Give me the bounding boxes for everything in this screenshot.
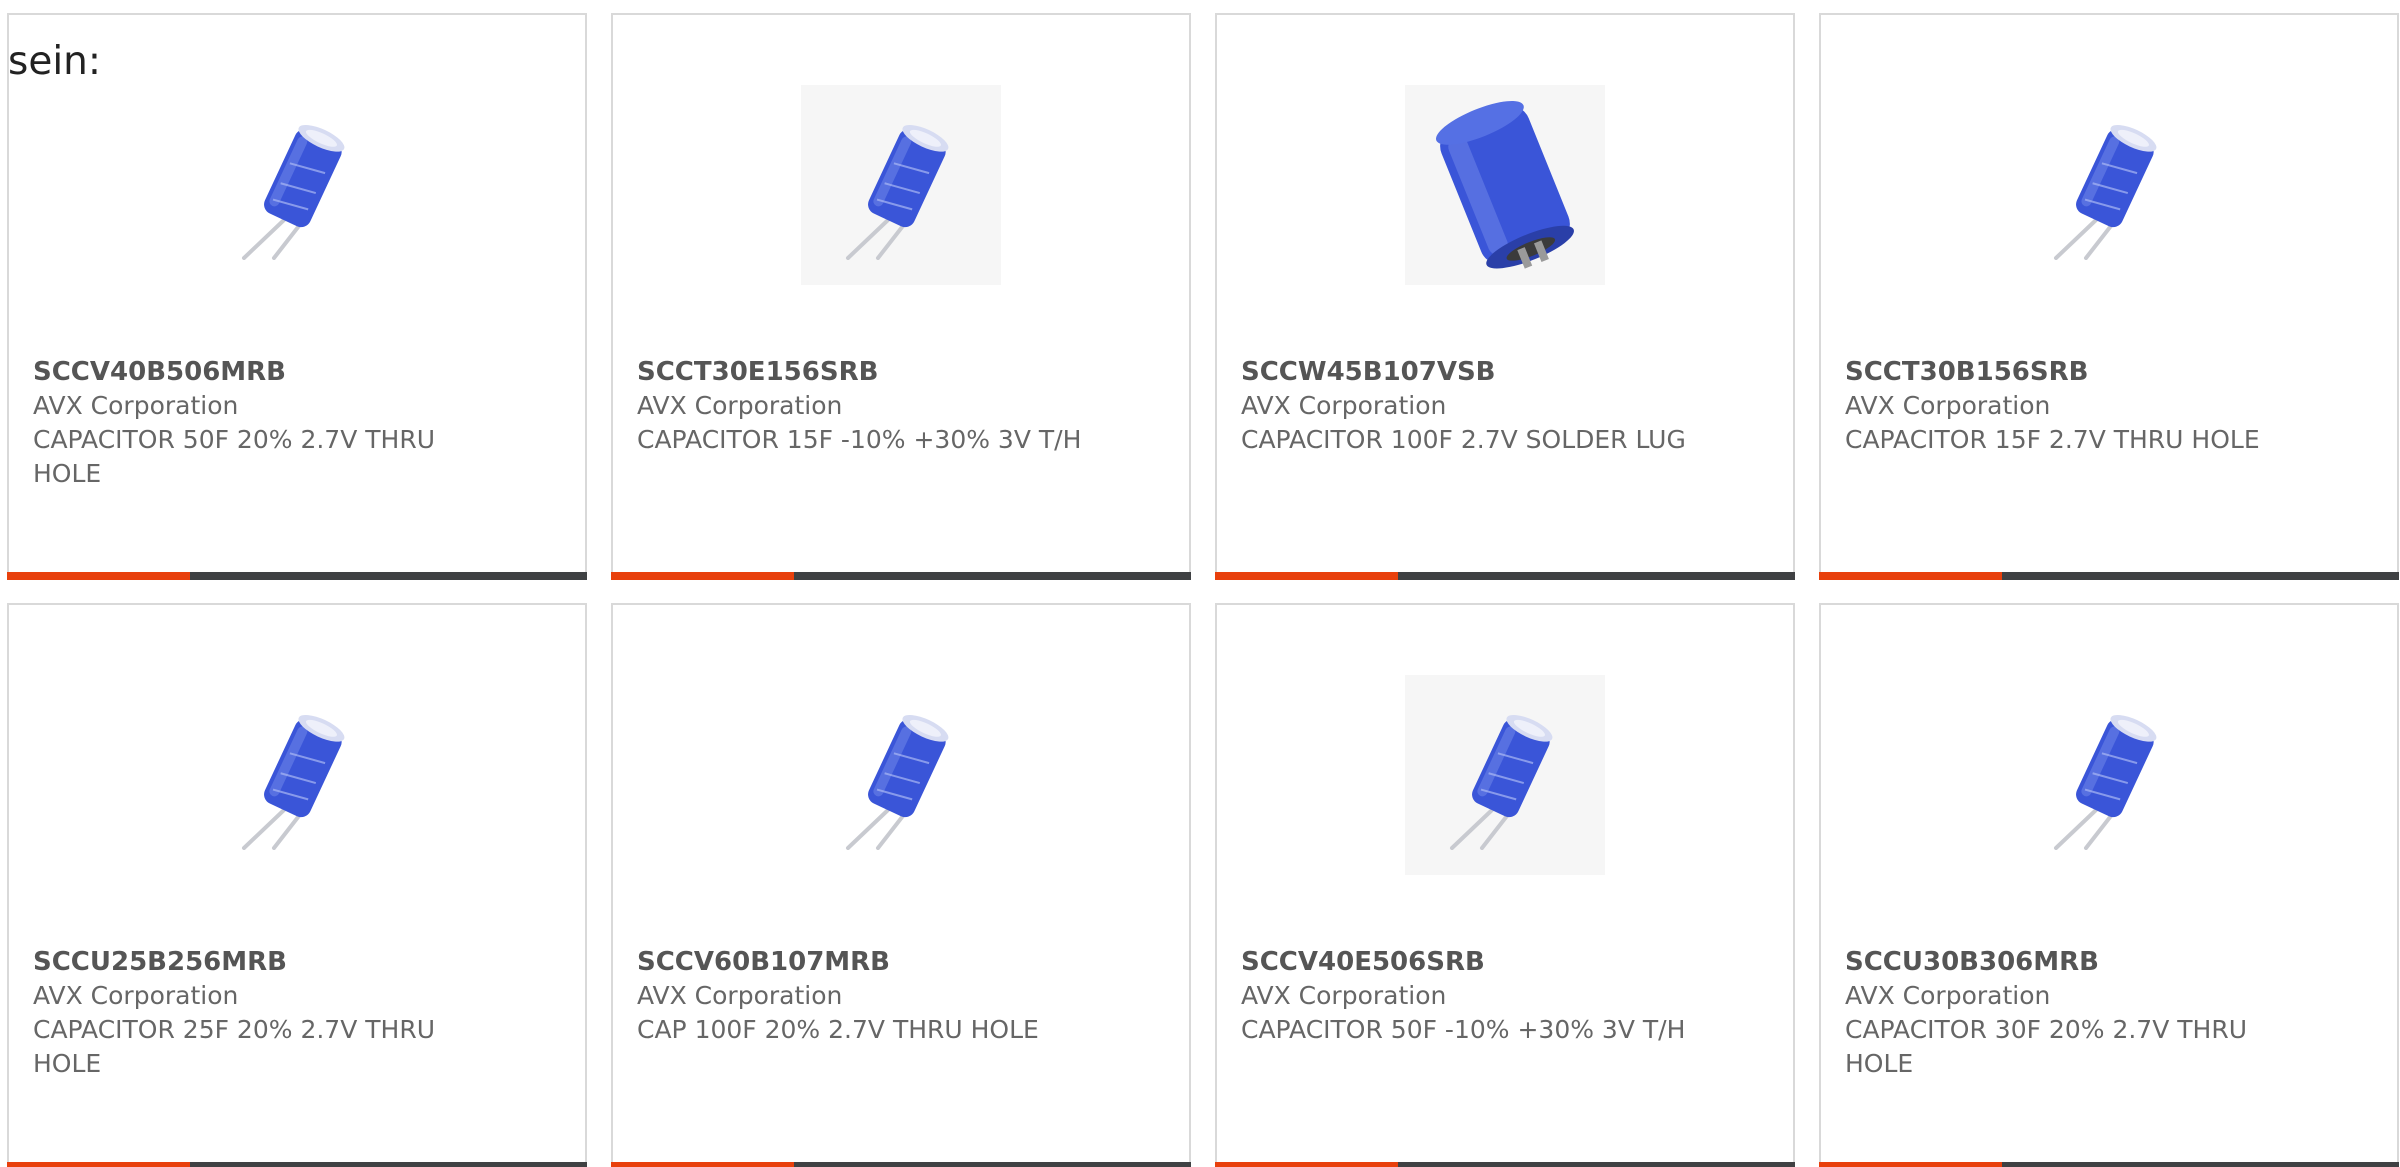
radial-capacitor-icon <box>846 124 949 260</box>
product-card[interactable]: SCCT30E156SRB AVX Corporation CAPACITOR … <box>611 13 1191 580</box>
manufacturer: AVX Corporation <box>637 391 843 420</box>
product-page: sein: SCCV40B506MRB AVX Corporation CAPA… <box>0 0 2400 1167</box>
description: CAPACITOR 15F 2.7V THRU HOLE <box>1845 425 2260 454</box>
card-bar-accent <box>7 572 190 580</box>
card-bar-accent <box>1819 1162 2002 1167</box>
product-card[interactable]: SCCU25B256MRB AVX Corporation CAPACITOR … <box>7 603 587 1167</box>
product-card[interactable]: SCCW45B107VSB AVX Corporation CAPACITOR … <box>1215 13 1795 580</box>
product-card[interactable]: SCCV40E506SRB AVX Corporation CAPACITOR … <box>1215 603 1795 1167</box>
product-image[interactable] <box>197 85 397 285</box>
product-image[interactable] <box>801 675 1001 875</box>
radial-capacitor-icon <box>1450 714 1553 850</box>
card-bar-accent <box>611 1162 794 1167</box>
description: CAPACITOR 50F 20% 2.7V THRU HOLE <box>33 425 435 488</box>
part-number[interactable]: SCCV40B506MRB <box>33 355 503 389</box>
card-bar <box>1215 1162 1795 1167</box>
description: CAPACITOR 50F -10% +30% 3V T/H <box>1241 1015 1686 1044</box>
product-card[interactable]: SCCU30B306MRB AVX Corporation CAPACITOR … <box>1819 603 2399 1167</box>
product-card[interactable]: SCCV60B107MRB AVX Corporation CAP 100F 2… <box>611 603 1191 1167</box>
card-bar <box>7 572 587 580</box>
card-bar-accent <box>1215 572 1398 580</box>
manufacturer: AVX Corporation <box>1845 391 2051 420</box>
card-bar <box>1215 572 1795 580</box>
description: CAPACITOR 100F 2.7V SOLDER LUG <box>1241 425 1686 454</box>
description: CAPACITOR 30F 20% 2.7V THRU HOLE <box>1845 1015 2247 1078</box>
card-bar-accent <box>611 572 794 580</box>
product-card[interactable]: SCCT30B156SRB AVX Corporation CAPACITOR … <box>1819 13 2399 580</box>
part-number[interactable]: SCCV40E506SRB <box>1241 945 1711 979</box>
manufacturer: AVX Corporation <box>1241 391 1447 420</box>
product-image[interactable] <box>197 675 397 875</box>
card-bar <box>1819 1162 2399 1167</box>
manufacturer: AVX Corporation <box>33 981 239 1010</box>
product-card[interactable]: SCCV40B506MRB AVX Corporation CAPACITOR … <box>7 13 587 580</box>
product-grid: SCCV40B506MRB AVX Corporation CAPACITOR … <box>7 13 2399 1167</box>
card-bar <box>611 572 1191 580</box>
description: CAPACITOR 25F 20% 2.7V THRU HOLE <box>33 1015 435 1078</box>
card-bar-accent <box>7 1162 190 1167</box>
radial-capacitor-icon <box>2054 124 2157 260</box>
radial-capacitor-icon <box>846 714 949 850</box>
intro-text: sein: <box>8 39 102 84</box>
radial-capacitor-icon <box>242 124 345 260</box>
part-number[interactable]: SCCU25B256MRB <box>33 945 503 979</box>
part-number[interactable]: SCCV60B107MRB <box>637 945 1107 979</box>
description: CAP 100F 20% 2.7V THRU HOLE <box>637 1015 1039 1044</box>
part-number[interactable]: SCCT30B156SRB <box>1845 355 2315 389</box>
solder-lug-capacitor-icon <box>1436 101 1574 269</box>
card-bar-accent <box>1819 572 2002 580</box>
part-number[interactable]: SCCT30E156SRB <box>637 355 1107 389</box>
card-bar-accent <box>1215 1162 1398 1167</box>
product-image[interactable] <box>2009 85 2209 285</box>
product-image[interactable] <box>2009 675 2209 875</box>
product-image[interactable] <box>1405 85 1605 285</box>
description: CAPACITOR 15F -10% +30% 3V T/H <box>637 425 1082 454</box>
manufacturer: AVX Corporation <box>33 391 239 420</box>
product-image[interactable] <box>801 85 1001 285</box>
part-number[interactable]: SCCW45B107VSB <box>1241 355 1711 389</box>
radial-capacitor-icon <box>242 714 345 850</box>
card-bar <box>7 1162 587 1167</box>
product-image[interactable] <box>1405 675 1605 875</box>
radial-capacitor-icon <box>2054 714 2157 850</box>
manufacturer: AVX Corporation <box>1845 981 2051 1010</box>
card-bar <box>1819 572 2399 580</box>
card-bar <box>611 1162 1191 1167</box>
part-number[interactable]: SCCU30B306MRB <box>1845 945 2315 979</box>
manufacturer: AVX Corporation <box>637 981 843 1010</box>
manufacturer: AVX Corporation <box>1241 981 1447 1010</box>
